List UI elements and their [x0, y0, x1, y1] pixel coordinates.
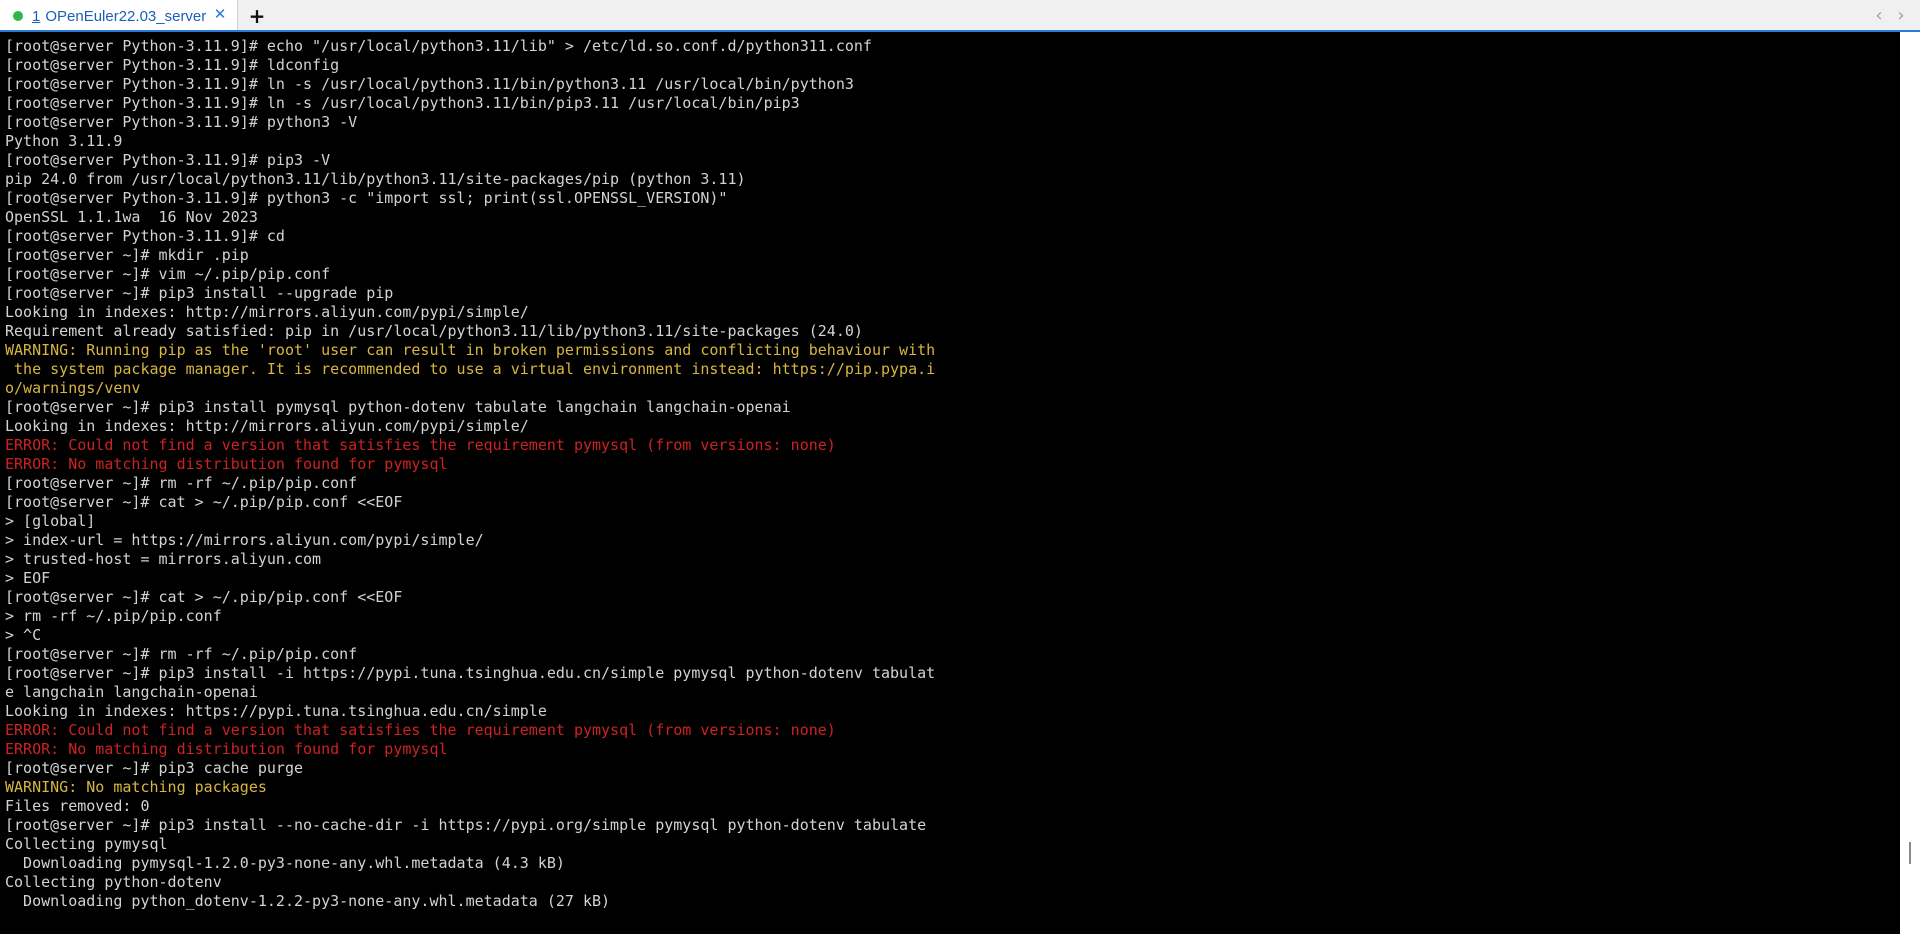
terminal-line: OpenSSL 1.1.1wa 16 Nov 2023 — [5, 208, 258, 226]
terminal-line: [root@server ~]# cat > ~/.pip/pip.conf <… — [5, 588, 403, 606]
tab-bar: 1 OPenEuler22.03_server ✕ + ‹ › — [0, 0, 1920, 32]
terminal-line: [root@server Python-3.11.9]# ln -s /usr/… — [5, 94, 800, 112]
terminal-line: [root@server ~]# rm -rf ~/.pip/pip.conf — [5, 645, 358, 663]
terminal-line: [root@server ~]# pip3 install --upgrade … — [5, 284, 394, 302]
terminal-line: > [global] — [5, 512, 96, 530]
terminal-line: [root@server Python-3.11.9]# python3 -c … — [5, 189, 728, 207]
terminal-line: WARNING: Running pip as the 'root' user … — [5, 341, 936, 359]
terminal-line: the system package manager. It is recomm… — [5, 360, 936, 378]
terminal-line: Collecting pymysql — [5, 835, 168, 853]
close-icon[interactable]: ✕ — [212, 7, 228, 23]
terminal-line: [root@server Python-3.11.9]# ln -s /usr/… — [5, 75, 854, 93]
terminal-scrollbar[interactable] — [1900, 32, 1920, 934]
scrollbar-thumb[interactable] — [1909, 842, 1911, 864]
terminal-line: Requirement already satisfied: pip in /u… — [5, 322, 863, 340]
tab-number: 1 — [32, 7, 41, 25]
terminal-line: Files removed: 0 — [5, 797, 150, 815]
terminal-line: Python 3.11.9 — [5, 132, 123, 150]
terminal-line: Downloading pymysql-1.2.0-py3-none-any.w… — [5, 854, 565, 872]
terminal-line: [root@server ~]# mkdir .pip — [5, 246, 249, 264]
terminal-line: ERROR: No matching distribution found fo… — [5, 455, 448, 473]
terminal-line: > index-url = https://mirrors.aliyun.com… — [5, 531, 484, 549]
terminal-line: [root@server Python-3.11.9]# ldconfig — [5, 56, 340, 74]
terminal-line: ERROR: Could not find a version that sat… — [5, 436, 836, 454]
terminal-line: > trusted-host = mirrors.aliyun.com — [5, 550, 322, 568]
terminal-line: e langchain langchain-openai — [5, 683, 258, 701]
terminal-line: [root@server ~]# pip3 install --no-cache… — [5, 816, 927, 834]
terminal-line: ERROR: Could not find a version that sat… — [5, 721, 836, 739]
new-tab-icon[interactable]: + — [246, 5, 268, 27]
terminal-line: Collecting python-dotenv — [5, 873, 222, 891]
terminal-line: WARNING: No matching packages — [5, 778, 267, 796]
terminal-line: Looking in indexes: http://mirrors.aliyu… — [5, 417, 529, 435]
terminal-output[interactable]: [root@server Python-3.11.9]# echo "/usr/… — [0, 32, 1900, 934]
session-tab[interactable]: 1 OPenEuler22.03_server ✕ — [0, 0, 238, 32]
terminal-line: [root@server ~]# vim ~/.pip/pip.conf — [5, 265, 331, 283]
terminal-line: [root@server Python-3.11.9]# cd — [5, 227, 285, 245]
terminal-line: [root@server ~]# cat > ~/.pip/pip.conf <… — [5, 493, 403, 511]
terminal-line: ERROR: No matching distribution found fo… — [5, 740, 448, 758]
terminal-line: Looking in indexes: https://pypi.tuna.ts… — [5, 702, 547, 720]
terminal-line: [root@server Python-3.11.9]# python3 -V — [5, 113, 358, 131]
terminal-line: Looking in indexes: http://mirrors.aliyu… — [5, 303, 529, 321]
tab-navigation: ‹ › — [1872, 5, 1908, 26]
terminal-line: [root@server Python-3.11.9]# pip3 -V — [5, 151, 331, 169]
terminal-line: o/warnings/venv — [5, 379, 141, 397]
chevron-left-icon[interactable]: ‹ — [1872, 5, 1886, 26]
terminal-line: [root@server ~]# pip3 install -i https:/… — [5, 664, 936, 682]
chevron-right-icon[interactable]: › — [1894, 5, 1908, 26]
terminal-line: [root@server ~]# pip3 install pymysql py… — [5, 398, 791, 416]
connection-status-icon — [13, 11, 23, 21]
tab-title: OPenEuler22.03_server — [45, 7, 207, 25]
terminal-line: [root@server ~]# rm -rf ~/.pip/pip.conf — [5, 474, 358, 492]
terminal-line: pip 24.0 from /usr/local/python3.11/lib/… — [5, 170, 746, 188]
terminal-line: > EOF — [5, 569, 51, 587]
terminal-line: [root@server ~]# pip3 cache purge — [5, 759, 304, 777]
terminal-line: [root@server Python-3.11.9]# echo "/usr/… — [5, 37, 872, 55]
terminal-line: Downloading python_dotenv-1.2.2-py3-none… — [5, 892, 611, 910]
terminal-line: > rm -rf ~/.pip/pip.conf — [5, 607, 222, 625]
terminal-line: > ^C — [5, 626, 42, 644]
